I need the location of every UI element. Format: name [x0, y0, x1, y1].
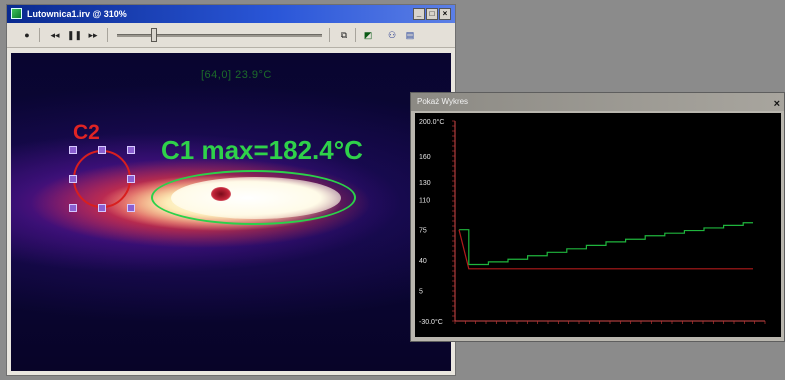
- resize-handle[interactable]: [69, 204, 77, 212]
- toolbar-separator: [39, 28, 40, 42]
- resize-handle[interactable]: [98, 204, 106, 212]
- window-title: Lutownica1.irv @ 310%: [27, 9, 127, 19]
- y-tick-label: 160: [419, 154, 431, 161]
- resize-handle[interactable]: [127, 175, 135, 183]
- toolbar-separator: [107, 28, 108, 42]
- seek-slider-thumb[interactable]: [150, 28, 157, 42]
- minimize-button[interactable]: _: [413, 8, 425, 20]
- y-tick-label: 75: [419, 228, 427, 235]
- record-icon[interactable]: ●: [21, 28, 33, 42]
- graph-title-bar[interactable]: Pokaż Wykres ×: [411, 93, 784, 111]
- resize-handle[interactable]: [98, 146, 106, 154]
- probe-readout: [64,0] 23.9°C: [201, 69, 272, 81]
- graph-close-button[interactable]: ×: [774, 95, 780, 113]
- thermal-video-window: Lutownica1.irv @ 310% _ □ × ● ◂◂ ❚❚ ▸▸ ⧉…: [6, 4, 456, 376]
- export-icon[interactable]: ▤: [403, 28, 417, 42]
- y-tick-label: 110: [419, 197, 430, 204]
- toolbar-separator: [355, 28, 356, 42]
- y-tick-label: 130: [419, 180, 431, 187]
- pause-icon[interactable]: ❚❚: [67, 28, 82, 42]
- y-tick-label: 40: [419, 258, 427, 265]
- maximize-button[interactable]: □: [426, 8, 438, 20]
- temperature-chart: 200.0°C 160 130 110 75 40 5 -30.0°C: [419, 118, 766, 326]
- c2-circle-roi[interactable]: [73, 150, 131, 208]
- resize-handle[interactable]: [127, 146, 135, 154]
- forward-icon[interactable]: ▸▸: [85, 28, 101, 42]
- title-bar[interactable]: Lutownica1.irv @ 310% _ □ ×: [7, 5, 455, 23]
- resize-handle[interactable]: [69, 146, 77, 154]
- graph-window-title: Pokaż Wykres: [417, 97, 469, 106]
- resize-handle[interactable]: [127, 204, 135, 212]
- c1-ellipse-roi[interactable]: [151, 170, 356, 225]
- series-line-2: [458, 229, 753, 270]
- seek-slider[interactable]: [117, 34, 322, 37]
- y-tick-label: 5: [419, 289, 423, 296]
- y-tick-label: 200.0°C: [419, 118, 444, 126]
- playback-toolbar: ● ◂◂ ❚❚ ▸▸ ⧉ ◩ ⚇ ▤: [7, 23, 455, 48]
- close-button[interactable]: ×: [439, 8, 451, 20]
- c2-label: C2: [73, 121, 100, 144]
- resize-handle[interactable]: [69, 175, 77, 183]
- graph-window: Pokaż Wykres × 200.0°C 160 130 110 75 40 5 -30.…: [410, 92, 785, 342]
- app-icon: [11, 8, 22, 19]
- people-icon[interactable]: ⚇: [385, 28, 399, 42]
- c1-max-label: C1 max=182.4°C: [161, 135, 363, 165]
- y-tick-label: -30.0°C: [419, 318, 443, 326]
- series-line-1: [459, 222, 753, 266]
- plot-area: 200.0°C 160 130 110 75 40 5 -30.0°C: [415, 113, 781, 337]
- toolbar-separator: [329, 28, 330, 42]
- thermal-image[interactable]: C2 C1 max=182.4°C [64,0] 23.9°C: [11, 53, 451, 371]
- palette-icon[interactable]: ◩: [361, 28, 375, 42]
- copy-icon[interactable]: ⧉: [337, 28, 351, 42]
- rewind-icon[interactable]: ◂◂: [47, 28, 63, 42]
